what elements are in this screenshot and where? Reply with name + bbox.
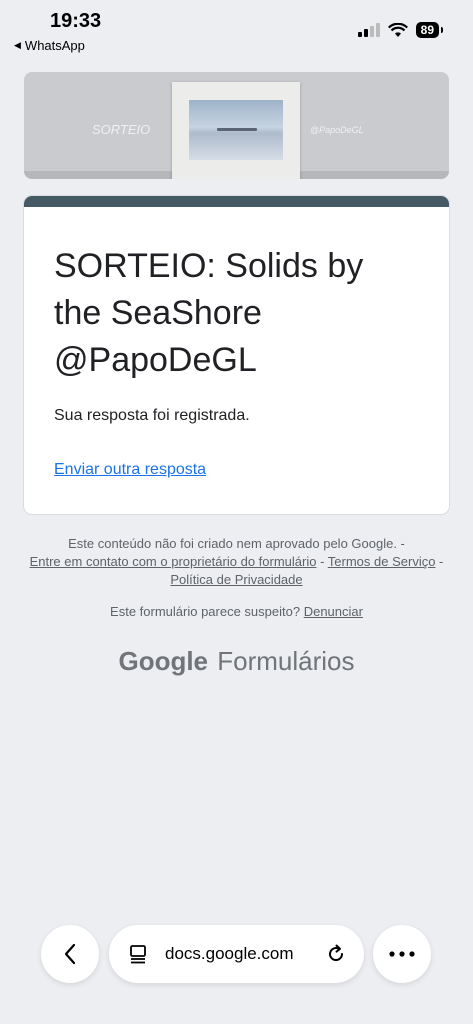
- back-to-app-link[interactable]: ◀ WhatsApp: [14, 38, 85, 53]
- confirmation-card: SORTEIO: Solids by the SeaShore @PapoDeG…: [24, 196, 449, 514]
- brand-google: Google: [118, 646, 209, 676]
- back-button[interactable]: [41, 925, 99, 983]
- cellular-signal-icon: [357, 23, 380, 37]
- battery-icon: 89: [415, 22, 444, 38]
- privacy-link[interactable]: Política de Privacidade: [170, 572, 302, 587]
- reload-icon[interactable]: [326, 944, 346, 964]
- form-header-image: SORTEIO @PapoDeGL: [24, 72, 449, 179]
- brand-product: Formulários: [217, 646, 355, 676]
- report-text: Este formulário parece suspeito?: [110, 604, 301, 619]
- report-link[interactable]: Denunciar: [304, 604, 363, 619]
- wifi-icon: [387, 22, 408, 37]
- back-triangle-icon: ◀: [14, 40, 21, 50]
- url-text: docs.google.com: [165, 944, 294, 963]
- contact-owner-link[interactable]: Entre em contato com o proprietário do f…: [30, 554, 317, 569]
- more-icon: [389, 951, 415, 957]
- status-bar: 19:33 ◀ WhatsApp 89: [0, 0, 473, 60]
- address-bar[interactable]: docs.google.com: [109, 925, 364, 983]
- status-icons: 89: [357, 22, 444, 38]
- card-accent-bar: [24, 196, 449, 207]
- framed-photo: [172, 82, 300, 179]
- terms-link[interactable]: Termos de Serviço: [328, 554, 436, 569]
- island-shape: [217, 128, 257, 131]
- back-icon: [64, 943, 76, 965]
- submit-another-response-link[interactable]: Enviar outra resposta: [54, 461, 206, 479]
- confirmation-message: Sua resposta foi registrada.: [54, 407, 250, 424]
- separator: -: [316, 554, 328, 569]
- form-title: SORTEIO: Solids by the SeaShore @PapoDeG…: [54, 247, 364, 379]
- google-forms-logo[interactable]: Google Formulários: [24, 646, 449, 677]
- page-icon: [130, 945, 146, 964]
- separator: -: [435, 554, 444, 569]
- banner-right-text: @PapoDeGL: [310, 125, 364, 135]
- seascape-photo: [189, 100, 283, 160]
- disclaimer-text: Este conteúdo não foi criado nem aprovad…: [68, 536, 405, 551]
- report-line: Este formulário parece suspeito? Denunci…: [24, 604, 449, 619]
- more-button[interactable]: [373, 925, 431, 983]
- banner-left-text: SORTEIO: [92, 122, 151, 137]
- disclaimer: Este conteúdo não foi criado nem aprovad…: [24, 535, 449, 589]
- status-time: 19:33: [50, 10, 102, 32]
- back-app-label: WhatsApp: [24, 38, 85, 53]
